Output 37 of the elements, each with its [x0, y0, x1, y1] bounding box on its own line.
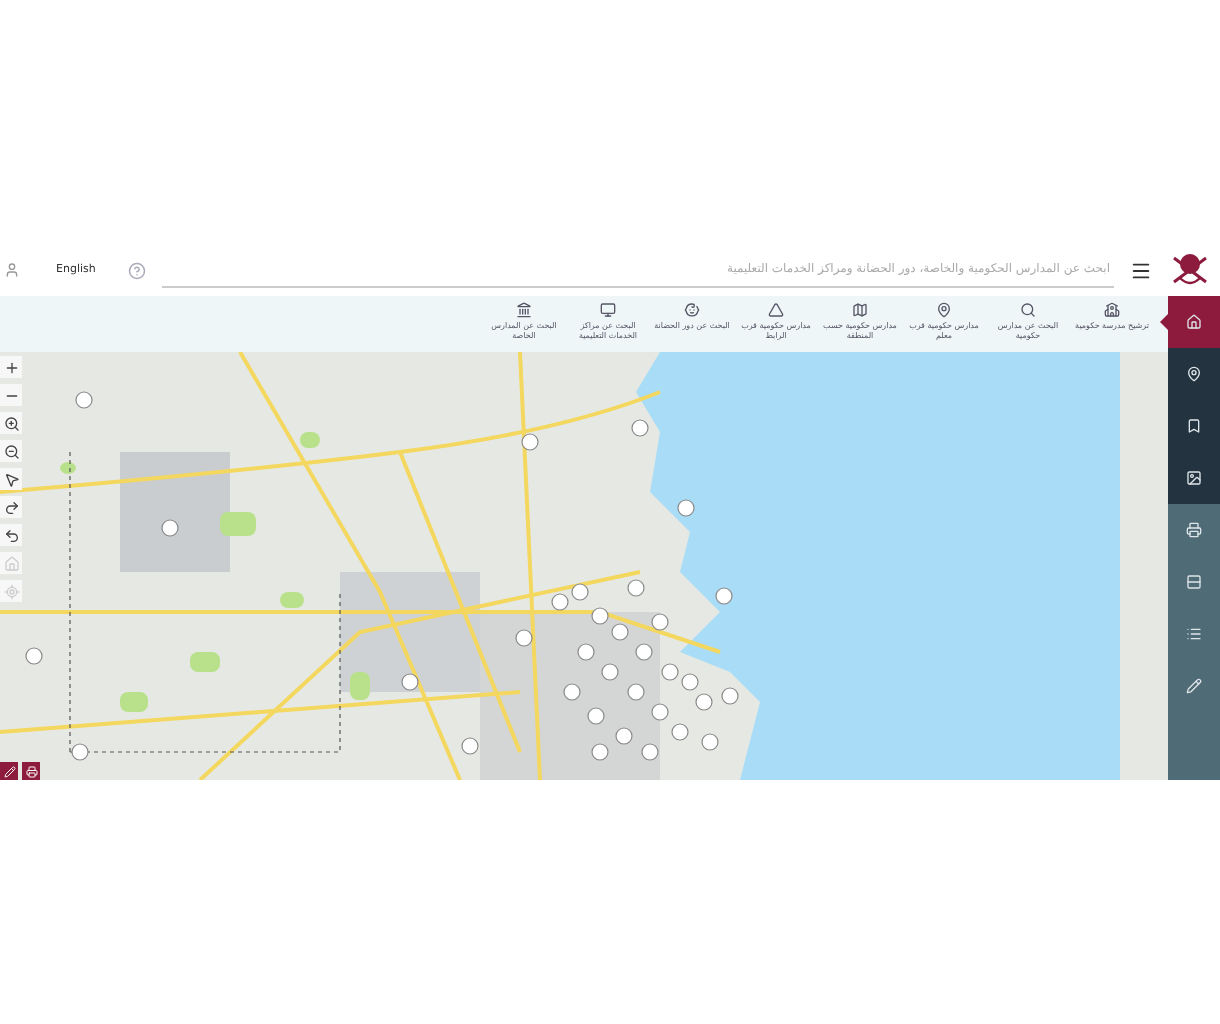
undo-button[interactable]	[0, 524, 22, 546]
list-icon	[1186, 626, 1202, 642]
edit-button[interactable]	[0, 762, 18, 780]
image-icon	[1186, 470, 1202, 486]
zoom-in-button[interactable]	[0, 356, 22, 378]
menu-icon[interactable]	[1130, 259, 1152, 281]
zoom-box-out-button[interactable]	[0, 440, 22, 462]
triangle-icon	[768, 302, 784, 318]
pin-button[interactable]	[1168, 348, 1220, 400]
monitor-icon	[600, 302, 616, 318]
print-button[interactable]	[22, 762, 40, 780]
zoom-out-icon	[3, 443, 19, 459]
pin-icon	[936, 302, 952, 318]
building-icon	[516, 302, 532, 318]
forward-icon	[3, 499, 19, 515]
zoom-box-in-button[interactable]	[0, 412, 22, 434]
zoom-out-button[interactable]	[0, 384, 22, 406]
edit-icon	[1186, 678, 1202, 694]
print-icon	[1186, 522, 1202, 538]
zoom-in-icon	[3, 415, 19, 431]
pencil-icon	[3, 765, 15, 777]
pin-icon	[1186, 366, 1202, 382]
plus-icon	[3, 359, 19, 375]
image-button[interactable]	[1168, 452, 1220, 504]
back-icon	[3, 527, 19, 543]
select-icon	[3, 471, 19, 487]
logo-icon	[1168, 250, 1212, 290]
search-icon	[1020, 302, 1036, 318]
bookmark-icon	[1186, 418, 1202, 434]
home-icon	[3, 555, 19, 571]
printer-icon	[25, 765, 37, 777]
user-icon[interactable]	[4, 262, 20, 278]
locate-icon	[3, 583, 19, 599]
select-button[interactable]	[0, 468, 22, 490]
home-icon	[1186, 314, 1202, 330]
redo-button[interactable]	[0, 496, 22, 518]
rows-icon	[1186, 574, 1202, 590]
